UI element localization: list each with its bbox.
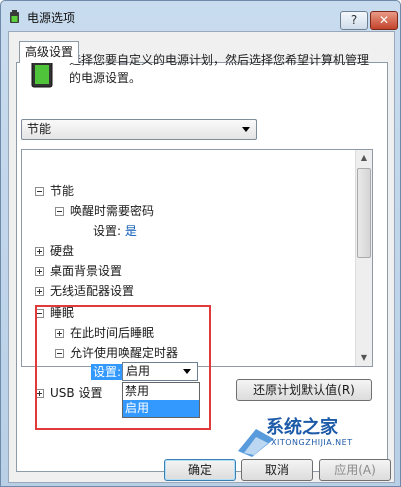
tree-item-label: 允许使用唤醒定时器	[70, 346, 179, 360]
chevron-down-icon	[242, 127, 250, 132]
apply-button[interactable]: 应用(A)	[319, 459, 391, 481]
tree-item-label: 在此时间后睡眠	[70, 326, 155, 340]
tree-item-sleep-after[interactable]: 在此时间后睡眠	[55, 324, 154, 342]
watermark-subtext: XITONGZHIJIA.NET	[271, 438, 353, 447]
tree-scrollbar[interactable]: ▲ ▼	[355, 150, 372, 366]
expand-icon[interactable]	[55, 329, 64, 338]
tree-item-wake-password[interactable]: 唤醒时需要密码	[55, 202, 154, 220]
close-button[interactable]: ✕	[370, 11, 398, 30]
power-plan-select[interactable]: 节能	[21, 119, 257, 140]
cancel-button[interactable]: 取消	[241, 459, 313, 481]
expand-icon[interactable]	[35, 247, 44, 256]
watermark-text: 系统之家	[266, 417, 338, 438]
power-options-icon	[10, 10, 19, 23]
collapse-icon[interactable]	[55, 207, 64, 216]
tab-advanced-settings[interactable]: 高级设置	[19, 41, 79, 63]
power-plan-value: 节能	[27, 122, 52, 136]
wake-timer-dropdown[interactable]: 禁用 启用	[122, 382, 200, 418]
collapse-icon[interactable]	[35, 309, 44, 318]
setting-label: 设置:	[93, 224, 122, 238]
expand-icon[interactable]	[35, 389, 44, 398]
tree-item-power-saver[interactable]: 节能	[35, 182, 74, 200]
setting-value-link[interactable]: 是	[125, 224, 137, 238]
wake-timer-select[interactable]: 启用	[122, 362, 198, 381]
tree-item-wireless-adapter[interactable]: 无线适配器设置	[35, 282, 134, 300]
scroll-up-icon[interactable]: ▲	[356, 150, 372, 166]
chevron-down-icon	[183, 369, 191, 374]
dropdown-option-enable[interactable]: 启用	[123, 400, 199, 417]
restore-defaults-button[interactable]: 还原计划默认值(R)	[236, 379, 372, 401]
tree-item-label: 硬盘	[50, 244, 75, 258]
tree-item-desktop-background[interactable]: 桌面背景设置	[35, 262, 122, 280]
scroll-down-icon[interactable]: ▼	[356, 350, 372, 366]
tree-item-setting-wake[interactable]: 设置:	[91, 363, 124, 381]
title-bar: 电源选项 ? ✕	[1, 1, 400, 31]
window-title: 电源选项	[27, 11, 76, 25]
tree-item-label: 节能	[50, 184, 75, 198]
tree-item-label: 睡眠	[50, 306, 75, 320]
tree-item-label: 唤醒时需要密码	[70, 204, 155, 218]
expand-icon[interactable]	[35, 267, 44, 276]
tree-item-label: 无线适配器设置	[50, 284, 135, 298]
expand-icon[interactable]	[35, 287, 44, 296]
dropdown-option-disable[interactable]: 禁用	[123, 383, 199, 400]
power-options-window: 电源选项 ? ✕ 高级设置 选择您要自定义的电源计划，然后选择您希望计算机管理的…	[0, 0, 401, 487]
collapse-icon[interactable]	[55, 349, 64, 358]
tree-item-label: 桌面背景设置	[50, 264, 123, 278]
setting-label-highlighted: 设置:	[91, 364, 124, 380]
scroll-thumb[interactable]	[357, 168, 371, 258]
tree-item-setting[interactable]: 设置: 是	[93, 222, 137, 240]
tree-item-sleep[interactable]: 睡眠	[35, 304, 74, 322]
description-text: 选择您要自定义的电源计划，然后选择您希望计算机管理的电源设置。	[69, 53, 370, 85]
tree-item-usb[interactable]: USB 设置	[35, 384, 102, 402]
wake-timer-value: 启用	[126, 364, 151, 378]
tree-item-hard-disk[interactable]: 硬盘	[35, 242, 74, 260]
help-button[interactable]: ?	[340, 11, 368, 30]
collapse-icon[interactable]	[35, 187, 44, 196]
tree-item-label: USB 设置	[50, 386, 103, 400]
tree-item-wake-timers[interactable]: 允许使用唤醒定时器	[55, 344, 178, 362]
ok-button[interactable]: 确定	[164, 459, 236, 481]
